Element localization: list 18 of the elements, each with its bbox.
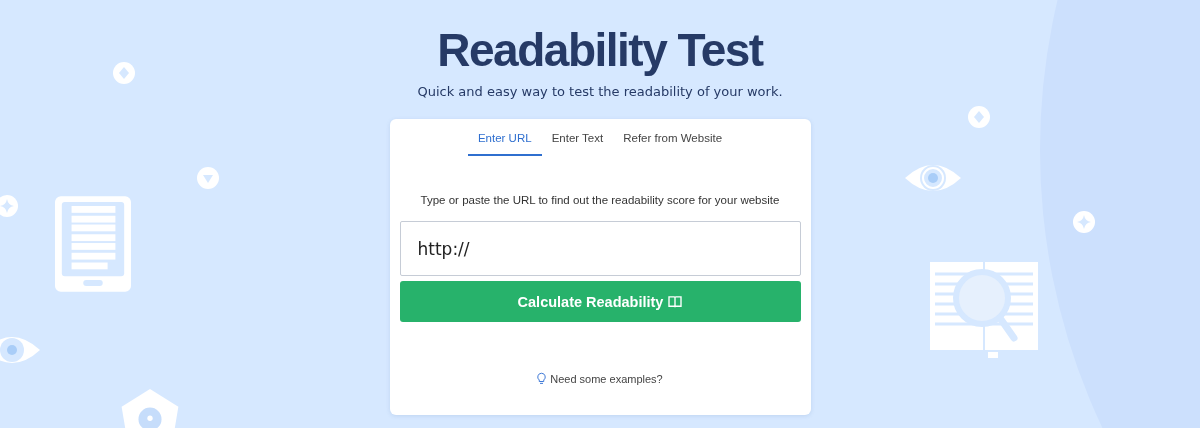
diamond-badge-icon <box>113 62 135 84</box>
pentagon-badge-icon <box>119 389 181 428</box>
tablet-icon <box>55 196 131 292</box>
instructions-text: Type or paste the URL to find out the readability score for your website <box>420 194 780 206</box>
url-input-field[interactable]: http:// <box>399 221 801 276</box>
page-title: Readability Test <box>437 24 763 76</box>
tab[interactable]: Enter Text <box>541 127 614 156</box>
triangle-badge-icon <box>197 167 219 189</box>
examples-link[interactable]: Need some examples? <box>537 372 663 385</box>
tab[interactable]: Enter URL <box>467 127 542 156</box>
diamond-badge-icon <box>968 106 990 128</box>
book-icon <box>668 295 683 308</box>
page-subtitle: Quick and easy way to test the readability of your work. <box>417 84 783 99</box>
star-badge-icon <box>1073 211 1095 233</box>
lightbulb-icon <box>537 372 547 385</box>
star-badge-icon <box>0 195 18 217</box>
book-magnifier-icon <box>930 262 1038 358</box>
tab[interactable]: Refer from Website <box>613 127 733 156</box>
